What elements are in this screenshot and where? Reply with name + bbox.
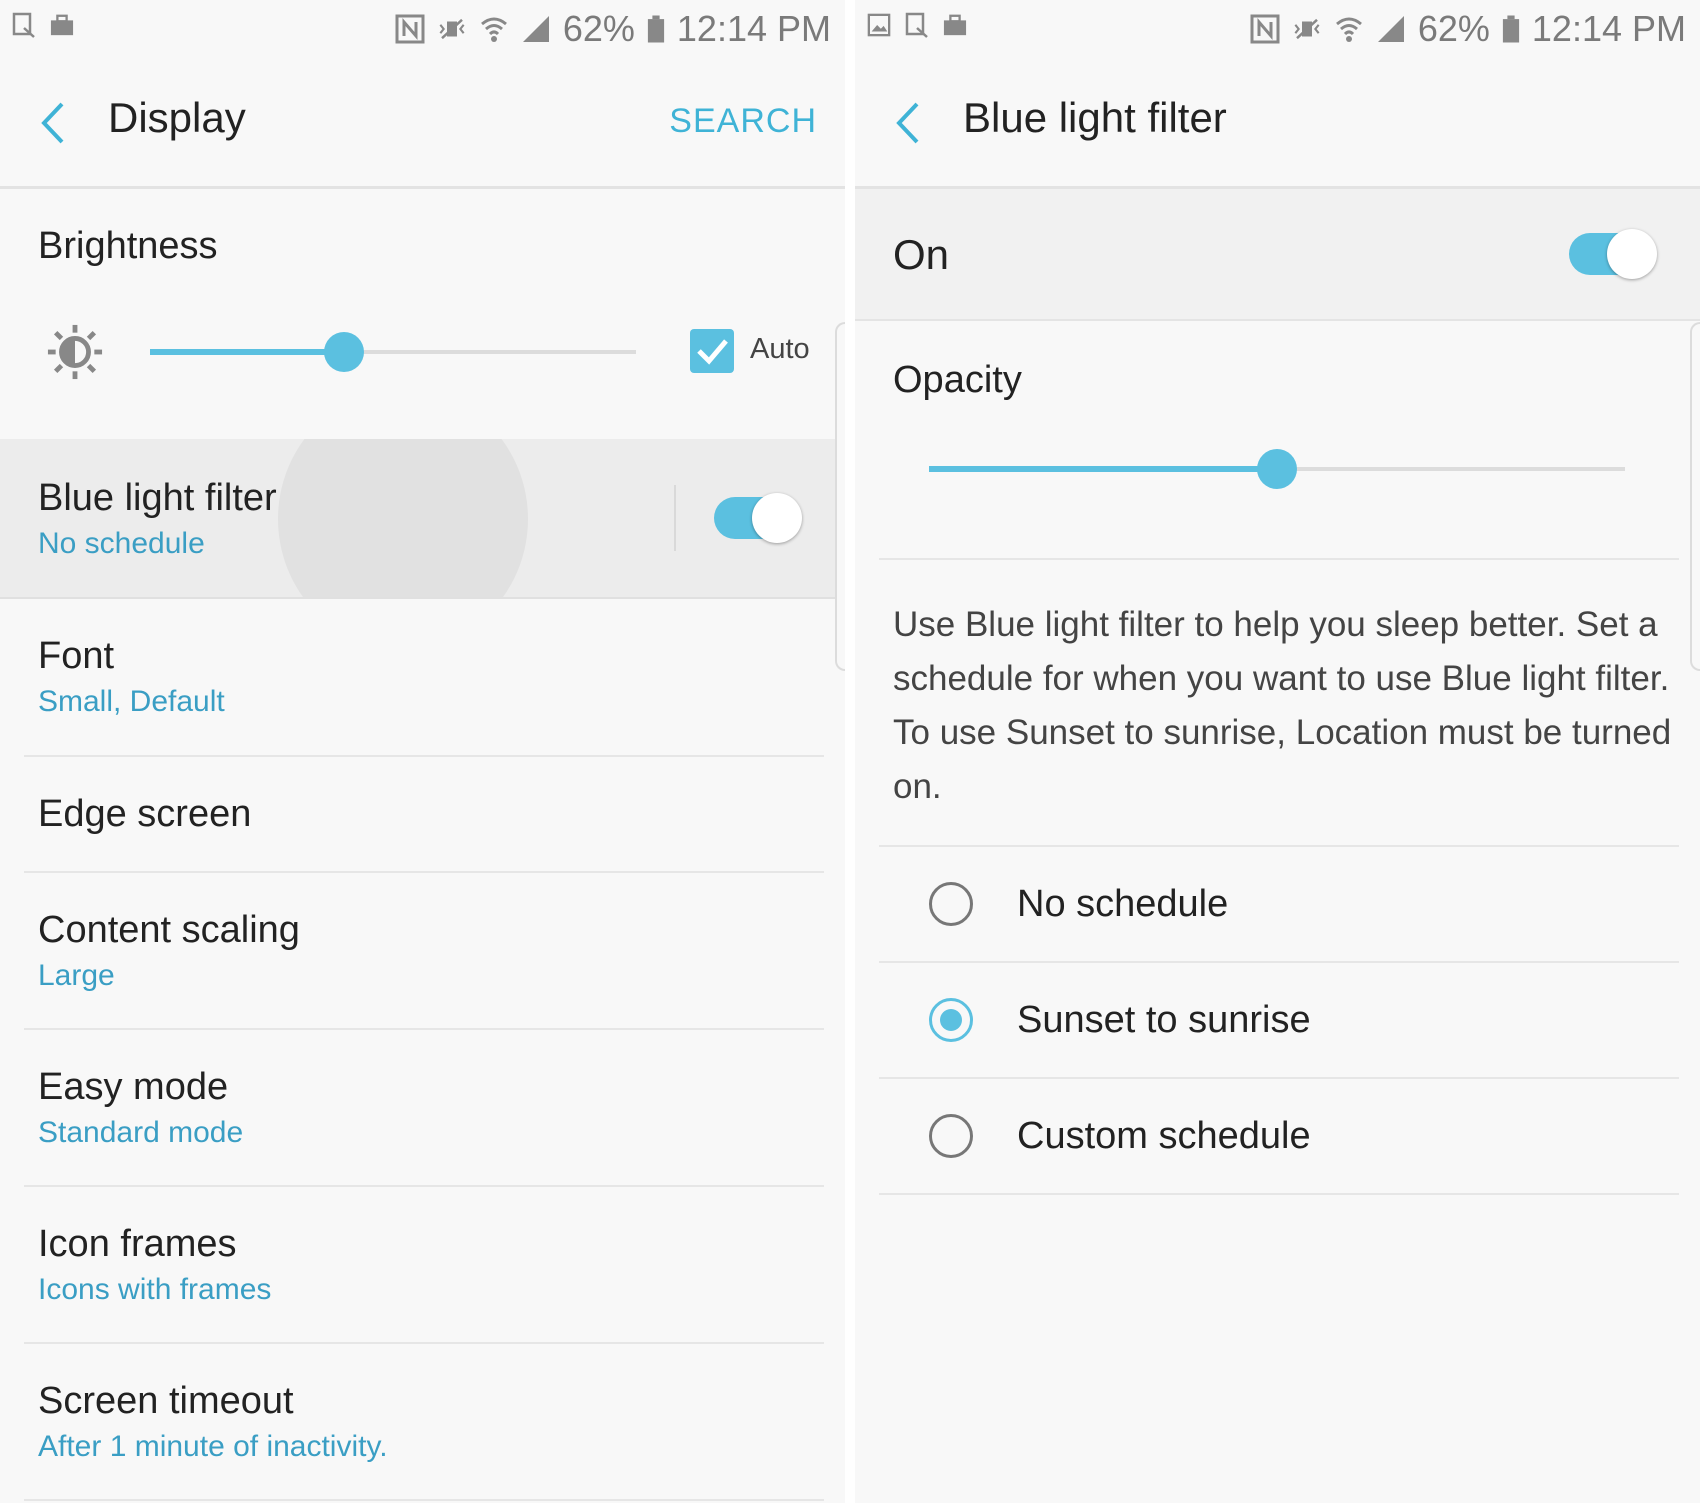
row-title: Content scaling: [38, 909, 300, 951]
opacity-slider[interactable]: [929, 449, 1625, 489]
row-title: Edge screen: [38, 793, 252, 835]
row-subtitle: No schedule: [38, 527, 205, 560]
briefcase-notification-icon: [943, 14, 967, 36]
radio-button[interactable]: [929, 1114, 973, 1158]
brightness-title: Brightness: [38, 225, 218, 267]
row-subtitle: Standard mode: [38, 1116, 244, 1149]
radio-button-selected[interactable]: [929, 998, 973, 1042]
nfc-icon: [395, 14, 425, 44]
toggle-knob: [1607, 229, 1657, 279]
signal-icon: [1377, 16, 1404, 42]
status-bar: 62% 12:14 PM: [855, 0, 1700, 60]
font-row[interactable]: Font Small, Default: [24, 599, 824, 757]
battery-icon: [1502, 15, 1520, 43]
row-subtitle: Icons with frames: [38, 1273, 272, 1306]
wifi-icon: [1335, 17, 1362, 42]
radio-button[interactable]: [929, 882, 973, 926]
screenshot-notification-icon: [12, 12, 35, 38]
page-title: Display: [108, 94, 246, 141]
easy-mode-row[interactable]: Easy mode Standard mode: [24, 1030, 824, 1187]
blue-light-filter-row[interactable]: Blue light filter No schedule: [0, 439, 835, 599]
row-title: Blue light filter: [38, 477, 277, 519]
battery-icon: [647, 15, 665, 43]
brightness-slider-thumb[interactable]: [324, 332, 365, 372]
scroll-edge: [835, 322, 845, 671]
search-button[interactable]: SEARCH: [669, 102, 817, 141]
toggle-knob: [752, 493, 802, 543]
signal-icon: [522, 16, 549, 42]
screen-timeout-row[interactable]: Screen timeout After 1 minute of inactiv…: [24, 1344, 824, 1501]
vibrate-mute-icon: [439, 18, 465, 40]
icon-frames-row[interactable]: Icon frames Icons with frames: [24, 1187, 824, 1344]
nfc-icon: [1250, 14, 1280, 44]
back-arrow-icon[interactable]: [34, 98, 70, 148]
back-arrow-icon[interactable]: [889, 98, 925, 148]
clock: 12:14 PM: [676, 8, 831, 49]
wifi-icon: [480, 17, 507, 42]
vibrate-mute-icon: [1294, 18, 1320, 40]
row-title: Screen timeout: [38, 1380, 294, 1422]
battery-percent: 62%: [1417, 8, 1490, 49]
blue-light-filter-toggle[interactable]: [714, 493, 802, 543]
master-switch-bar[interactable]: On: [855, 189, 1700, 321]
row-title: Easy mode: [38, 1066, 229, 1108]
clock: 12:14 PM: [1531, 8, 1686, 49]
row-subtitle: After 1 minute of inactivity.: [38, 1430, 388, 1463]
scroll-edge: [1690, 322, 1700, 671]
touch-ripple: [278, 439, 528, 597]
radio-dot: [940, 1009, 962, 1031]
description-text: Use Blue light filter to help you sleep …: [893, 605, 1672, 806]
master-switch-label: On: [893, 231, 950, 278]
row-subtitle: Large: [38, 959, 115, 992]
gallery-notification-icon: [867, 13, 891, 37]
content-scaling-row[interactable]: Content scaling Large: [24, 873, 824, 1030]
schedule-option-sunset-to-sunrise[interactable]: Sunset to sunrise: [879, 963, 1679, 1079]
brightness-slider-fill: [150, 349, 345, 355]
battery-percent: 62%: [562, 8, 635, 49]
edge-screen-row[interactable]: Edge screen: [24, 757, 824, 873]
display-screen: 62% 12:14 PM Display SEARCH Brightness A…: [0, 0, 845, 1503]
app-bar: Blue light filter: [855, 60, 1700, 189]
row-title: Font: [38, 635, 115, 677]
blue-light-filter-screen: 62% 12:14 PM Blue light filter On Opacit…: [855, 0, 1700, 1503]
schedule-option-no-schedule[interactable]: No schedule: [879, 847, 1679, 963]
brightness-section: Brightness Auto: [0, 189, 845, 439]
status-bar: 62% 12:14 PM: [0, 0, 845, 60]
row-divider: [674, 485, 676, 551]
option-label: No schedule: [1017, 883, 1229, 925]
opacity-title: Opacity: [893, 359, 1022, 401]
schedule-option-custom-schedule[interactable]: Custom schedule: [879, 1079, 1679, 1195]
screenshot-notification-icon: [905, 12, 928, 38]
master-toggle[interactable]: [1569, 229, 1657, 279]
opacity-slider-fill: [929, 466, 1277, 472]
brightness-slider[interactable]: [150, 332, 636, 372]
panel-gap: [845, 0, 855, 1503]
option-label: Sunset to sunrise: [1017, 999, 1311, 1041]
brightness-sun-icon: [47, 324, 103, 380]
page-title: Blue light filter: [963, 94, 1227, 141]
app-bar: Display SEARCH: [0, 60, 845, 189]
auto-brightness-label: Auto: [750, 333, 810, 365]
description-section: Use Blue light filter to help you sleep …: [879, 560, 1679, 847]
checkmark-icon: [697, 339, 728, 365]
briefcase-notification-icon: [50, 14, 74, 36]
row-title: Icon frames: [38, 1223, 237, 1265]
auto-brightness-checkbox[interactable]: [690, 329, 734, 373]
row-subtitle: Small, Default: [38, 685, 225, 718]
opacity-section: Opacity: [879, 321, 1679, 560]
option-label: Custom schedule: [1017, 1115, 1311, 1157]
opacity-slider-thumb[interactable]: [1257, 449, 1297, 489]
